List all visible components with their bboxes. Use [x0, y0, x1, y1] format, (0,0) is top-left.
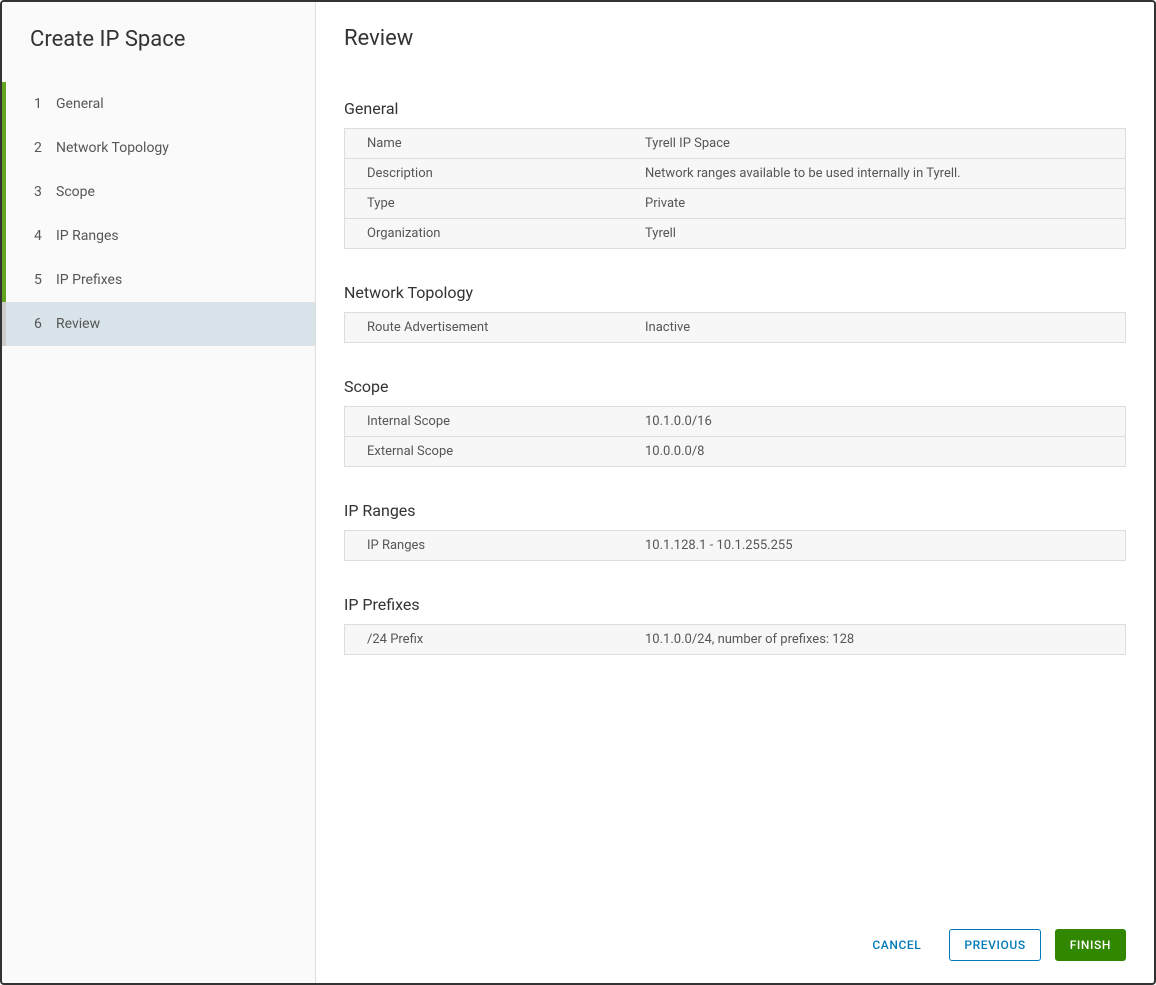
wizard-step-number: 6	[34, 316, 56, 332]
section-scope: Scope Internal Scope 10.1.0.0/16 Externa…	[344, 377, 1126, 467]
wizard-step-scope[interactable]: 3 Scope	[2, 170, 315, 214]
section-title: IP Prefixes	[344, 595, 1126, 614]
wizard-step-number: 5	[34, 272, 56, 288]
kv-value: Tyrell	[635, 219, 1125, 248]
section-title: IP Ranges	[344, 501, 1126, 520]
kv-value: Tyrell IP Space	[635, 129, 1125, 158]
kv-value: 10.0.0.0/8	[635, 437, 1125, 466]
wizard-sidebar: Create IP Space 1 General 2 Network Topo…	[2, 2, 316, 983]
kv-value: 10.1.128.1 - 10.1.255.255	[635, 531, 1125, 560]
cancel-button[interactable]: CANCEL	[858, 930, 935, 960]
wizard-step-network-topology[interactable]: 2 Network Topology	[2, 126, 315, 170]
kv-key: External Scope	[345, 437, 635, 466]
wizard-step-ip-ranges[interactable]: 4 IP Ranges	[2, 214, 315, 258]
dialog-body: Create IP Space 1 General 2 Network Topo…	[2, 2, 1154, 983]
main-content: Review General Name Tyrell IP Space Desc…	[316, 2, 1154, 911]
wizard-step-label: Scope	[56, 184, 95, 200]
wizard-step-general[interactable]: 1 General	[2, 82, 315, 126]
table-row: Organization Tyrell	[345, 219, 1125, 248]
wizard-step-label: General	[56, 96, 104, 112]
wizard-step-number: 1	[34, 96, 56, 112]
kv-key: Organization	[345, 219, 635, 248]
wizard-step-number: 4	[34, 228, 56, 244]
table-row: Name Tyrell IP Space	[345, 129, 1125, 159]
wizard-step-label: Network Topology	[56, 140, 169, 156]
wizard-footer: CANCEL PREVIOUS FINISH	[316, 911, 1154, 983]
kv-key: IP Ranges	[345, 531, 635, 560]
kv-table-ip-prefixes: /24 Prefix 10.1.0.0/24, number of prefix…	[344, 624, 1126, 655]
kv-table-ip-ranges: IP Ranges 10.1.128.1 - 10.1.255.255	[344, 530, 1126, 561]
wizard-step-ip-prefixes[interactable]: 5 IP Prefixes	[2, 258, 315, 302]
kv-key: Internal Scope	[345, 407, 635, 436]
table-row: Route Advertisement Inactive	[345, 313, 1125, 342]
kv-key: Description	[345, 159, 635, 188]
previous-button[interactable]: PREVIOUS	[949, 929, 1040, 961]
section-title: Network Topology	[344, 283, 1126, 302]
wizard-step-number: 3	[34, 184, 56, 200]
section-title: General	[344, 99, 1126, 118]
kv-table-general: Name Tyrell IP Space Description Network…	[344, 128, 1126, 249]
wizard-step-label: Review	[56, 316, 100, 332]
section-ip-prefixes: IP Prefixes /24 Prefix 10.1.0.0/24, numb…	[344, 595, 1126, 655]
page-title: Review	[344, 26, 1126, 51]
kv-key: Route Advertisement	[345, 313, 635, 342]
wizard-step-number: 2	[34, 140, 56, 156]
section-title: Scope	[344, 377, 1126, 396]
wizard-dialog: Create IP Space 1 General 2 Network Topo…	[0, 0, 1156, 985]
kv-value: Private	[635, 189, 1125, 218]
kv-value: 10.1.0.0/16	[635, 407, 1125, 436]
wizard-step-review[interactable]: 6 Review	[2, 302, 315, 346]
table-row: Internal Scope 10.1.0.0/16	[345, 407, 1125, 437]
wizard-steps: 1 General 2 Network Topology 3 Scope 4 I…	[2, 82, 315, 346]
kv-value: Network ranges available to be used inte…	[635, 159, 1125, 188]
kv-key: Name	[345, 129, 635, 158]
table-row: /24 Prefix 10.1.0.0/24, number of prefix…	[345, 625, 1125, 654]
kv-table-scope: Internal Scope 10.1.0.0/16 External Scop…	[344, 406, 1126, 467]
table-row: External Scope 10.0.0.0/8	[345, 437, 1125, 466]
wizard-step-label: IP Ranges	[56, 228, 119, 244]
kv-table-network-topology: Route Advertisement Inactive	[344, 312, 1126, 343]
wizard-main: Review General Name Tyrell IP Space Desc…	[316, 2, 1154, 983]
kv-key: Type	[345, 189, 635, 218]
finish-button[interactable]: FINISH	[1055, 929, 1126, 961]
section-ip-ranges: IP Ranges IP Ranges 10.1.128.1 - 10.1.25…	[344, 501, 1126, 561]
table-row: IP Ranges 10.1.128.1 - 10.1.255.255	[345, 531, 1125, 560]
kv-value: 10.1.0.0/24, number of prefixes: 128	[635, 625, 1125, 654]
section-network-topology: Network Topology Route Advertisement Ina…	[344, 283, 1126, 343]
wizard-title: Create IP Space	[2, 22, 315, 82]
wizard-step-label: IP Prefixes	[56, 272, 122, 288]
kv-value: Inactive	[635, 313, 1125, 342]
section-general: General Name Tyrell IP Space Description…	[344, 99, 1126, 249]
table-row: Type Private	[345, 189, 1125, 219]
table-row: Description Network ranges available to …	[345, 159, 1125, 189]
kv-key: /24 Prefix	[345, 625, 635, 654]
